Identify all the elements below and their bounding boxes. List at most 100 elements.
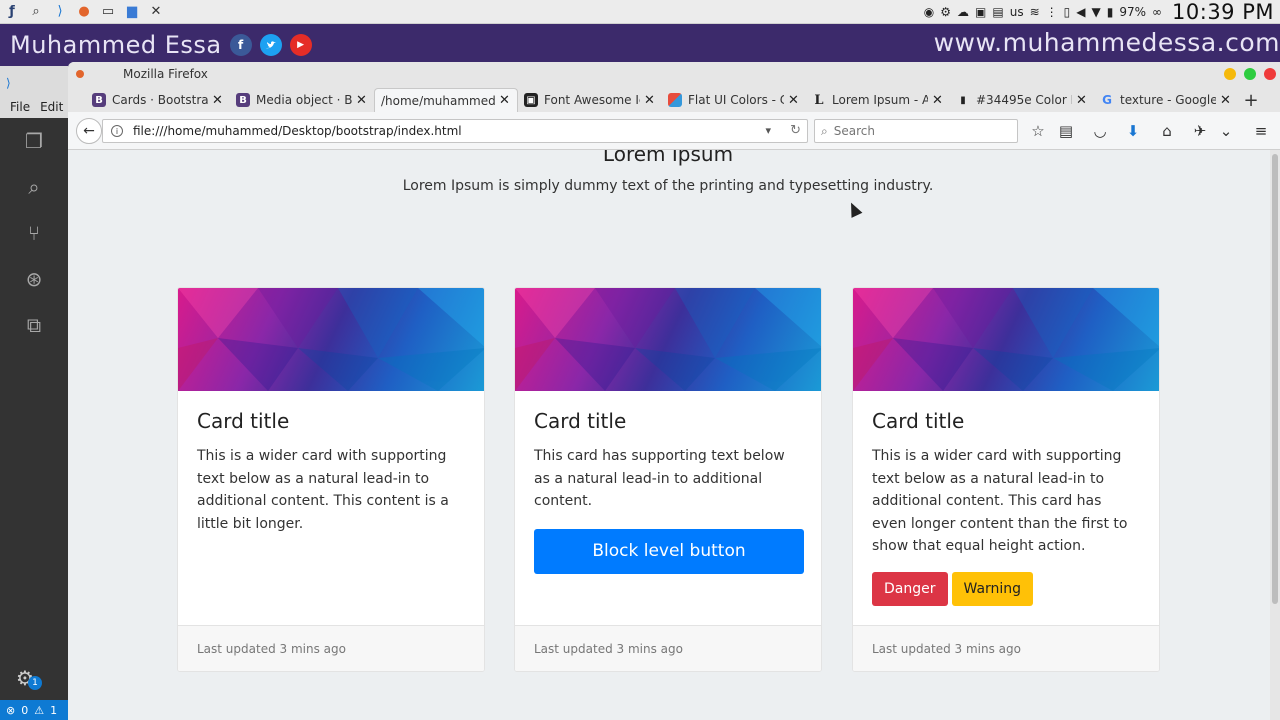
volume-icon[interactable]: ◀ <box>1076 5 1085 19</box>
close-icon[interactable]: ✕ <box>1220 93 1232 108</box>
page-content: Lorem Ipsum Lorem Ipsum is simply dummy … <box>68 150 1280 720</box>
vscode-icon: ⟩ <box>6 76 11 90</box>
card-image <box>178 288 484 391</box>
package-icon[interactable]: ▣ <box>975 5 986 19</box>
close-window-button[interactable] <box>1264 68 1276 80</box>
keyboard-layout[interactable]: us <box>1010 5 1024 19</box>
reading-list-icon[interactable]: ▤ <box>1056 121 1076 141</box>
warning-button[interactable]: Warning <box>951 571 1034 606</box>
warning-count: 1 <box>50 703 58 717</box>
hamburger-menu-icon[interactable]: ≡ <box>1251 121 1271 141</box>
search-box[interactable]: ⌕ <box>814 119 1018 143</box>
clock[interactable]: 10:39 PM <box>1172 0 1274 24</box>
chevron-down-icon[interactable]: ▾ <box>765 124 771 137</box>
card-text: This card has supporting text below as a… <box>534 448 785 509</box>
chevron-down-icon[interactable]: ▼ <box>1092 5 1101 19</box>
url-bar[interactable]: i file:///home/muhammed/Desktop/bootstra… <box>102 119 808 143</box>
tab-cards-bootstrap[interactable]: B Cards · Bootstrap ✕ <box>86 88 230 112</box>
card-3: Card title This is a wider card with sup… <box>852 287 1160 672</box>
terminal-launcher-icon[interactable]: ▭ <box>96 0 120 24</box>
fedora-icon[interactable]: ƒ <box>0 0 24 24</box>
page-lead: Lorem Ipsum is simply dummy text of the … <box>402 178 934 194</box>
pocket-icon[interactable]: ◡ <box>1090 121 1110 141</box>
x-app-icon[interactable]: ✕ <box>144 0 168 24</box>
tab-flat-ui-colors[interactable]: Flat UI Colors - Color ✕ <box>662 88 806 112</box>
close-icon[interactable]: ✕ <box>932 93 944 108</box>
tab-local-file[interactable]: /home/muhammed/Desktop ✕ <box>374 88 518 112</box>
banner-website: www.muhammedessa.com <box>933 28 1280 57</box>
close-icon[interactable]: ✕ <box>212 93 224 108</box>
files-launcher-icon[interactable]: ▆ <box>120 0 144 24</box>
network-icon[interactable]: ⚙ <box>940 5 951 19</box>
color-hex-icon: ▮ <box>960 94 966 106</box>
flatui-icon <box>668 93 682 107</box>
menu-file[interactable]: File <box>10 100 30 114</box>
battery-level: 97% <box>1119 4 1147 19</box>
maximize-button[interactable] <box>1244 68 1256 80</box>
search-icon[interactable]: ⌕ <box>24 0 48 24</box>
menu-edit[interactable]: Edit <box>40 100 63 114</box>
source-control-icon[interactable]: ⑂ <box>0 210 68 256</box>
wifi-icon[interactable]: ≋ <box>1030 5 1040 19</box>
vscode-launcher-icon[interactable]: ⟩ <box>48 0 72 24</box>
reload-icon[interactable]: ↻ <box>790 123 801 138</box>
card-footer: Last updated 3 mins ago <box>178 625 484 671</box>
chevron-down-icon[interactable]: ⌄ <box>1216 121 1236 141</box>
youtube-icon: ▶ <box>289 34 312 56</box>
card-footer: Last updated 3 mins ago <box>515 625 821 671</box>
bluetooth-icon[interactable]: ⋮ <box>1046 5 1058 19</box>
tab-lorem-ipsum[interactable]: L Lorem Ipsum - All ✕ <box>806 88 950 112</box>
search-input[interactable] <box>833 124 1004 138</box>
url-text: file:///home/muhammed/Desktop/bootstrap/… <box>133 124 462 138</box>
firefox-titlebar: Mozilla Firefox <box>68 62 1280 86</box>
tray-app-icon[interactable]: ◉ <box>924 5 934 19</box>
error-count: 0 <box>21 703 29 717</box>
battery-icon[interactable]: ▮ <box>1107 5 1114 19</box>
lorem-icon: L <box>814 92 824 108</box>
explorer-icon[interactable]: ❐ <box>0 118 68 164</box>
download-icon[interactable]: ⬇ <box>1123 121 1143 141</box>
tab-color-hex[interactable]: ▮ #34495e Color Hex ✕ <box>950 88 1094 112</box>
card-text: This is a wider card with supporting tex… <box>197 448 449 532</box>
close-icon[interactable]: ✕ <box>1076 93 1088 108</box>
page-scrollbar[interactable] <box>1270 150 1280 720</box>
close-icon[interactable]: ✕ <box>499 93 511 108</box>
close-icon[interactable]: ✕ <box>644 93 656 108</box>
tab-font-awesome[interactable]: ▣ Font Awesome Icons ✕ <box>518 88 662 112</box>
tab-google-texture[interactable]: G texture - Google Search ✕ <box>1094 88 1238 112</box>
firefox-launcher-icon[interactable]: ● <box>72 0 96 24</box>
bookmark-star-icon[interactable]: ☆ <box>1028 121 1048 141</box>
info-icon[interactable]: i <box>111 125 123 137</box>
home-icon[interactable]: ⌂ <box>1157 121 1177 141</box>
button-group: Danger Warning <box>872 571 1140 606</box>
vscode-statusbar[interactable]: ⊗ 0 ⚠ 1 <box>0 700 68 720</box>
settings-gear-icon[interactable]: ⚙ 1 <box>16 666 42 690</box>
facebook-icon: f <box>229 34 252 56</box>
cloud-icon[interactable]: ☁ <box>957 5 969 19</box>
extensions-icon[interactable]: ⧉ <box>0 302 68 348</box>
back-button[interactable]: ← <box>76 117 102 144</box>
error-icon: ⊗ <box>6 703 16 717</box>
card-footer: Last updated 3 mins ago <box>853 625 1159 671</box>
search-icon[interactable]: ⌕ <box>0 164 68 210</box>
close-icon[interactable]: ✕ <box>356 93 368 108</box>
tab-media-object[interactable]: B Media object · Bootstrap ✕ <box>230 88 374 112</box>
clipboard-icon[interactable]: ▯ <box>1064 5 1071 19</box>
card-title: Card title <box>872 409 965 433</box>
minimize-button[interactable] <box>1224 68 1236 80</box>
lock-icon[interactable]: ▤ <box>992 5 1003 19</box>
close-icon[interactable]: ✕ <box>788 93 800 108</box>
banner-name: Muhammed Essa <box>10 31 222 59</box>
block-level-button[interactable]: Block level button <box>534 528 804 574</box>
debug-icon[interactable]: ⊛ <box>0 256 68 302</box>
system-panel: ƒ ⌕ ⟩ ● ▭ ▆ ✕ ◉ ⚙ ☁ ▣ ▤ us ≋ ⋮ ▯ ◀ ▼ ▮ 9… <box>0 0 1280 24</box>
bootstrap-icon: B <box>92 93 106 107</box>
new-tab-button[interactable]: + <box>1238 88 1264 112</box>
warning-icon: ⚠ <box>34 703 45 717</box>
vscode-menubar: ⟩ File Edit <box>0 66 68 118</box>
search-icon: ⌕ <box>821 123 828 138</box>
danger-button[interactable]: Danger <box>872 571 948 606</box>
tab-bar: B Cards · Bootstrap ✕ B Media object · B… <box>68 86 1280 112</box>
scrollbar-thumb[interactable] <box>1272 154 1278 604</box>
extension-icon[interactable]: ✈ <box>1190 121 1210 141</box>
